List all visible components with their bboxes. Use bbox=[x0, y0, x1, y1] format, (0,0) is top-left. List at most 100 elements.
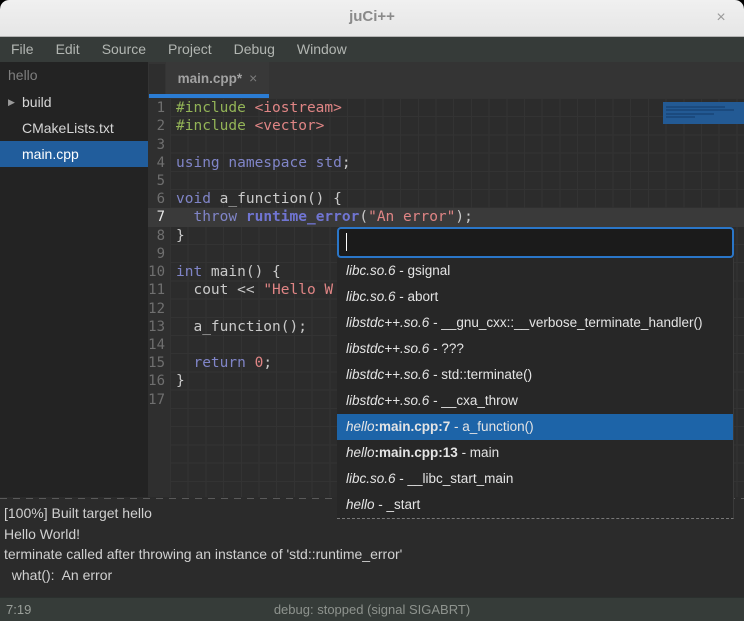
expander-triangle-icon[interactable]: ▶ bbox=[8, 89, 15, 115]
stack-frame-item[interactable]: libstdc++.so.6 - std::terminate() bbox=[337, 362, 733, 388]
code-text: throw runtime_error("An error"); bbox=[170, 209, 473, 225]
line-number: 14 bbox=[148, 337, 170, 353]
code-line-5[interactable]: 5 bbox=[148, 172, 744, 190]
token-pln bbox=[237, 209, 246, 225]
line-number: 8 bbox=[148, 228, 170, 244]
frame-file-line-label: :main.cpp:13 bbox=[375, 445, 458, 460]
token-pln: ( bbox=[359, 209, 368, 225]
code-line-3[interactable]: 3 bbox=[148, 135, 744, 153]
stack-frame-item[interactable]: hello:main.cpp:7 - a_function() bbox=[337, 414, 733, 440]
stack-frame-item[interactable]: hello:main.cpp:13 - main bbox=[337, 440, 733, 466]
frame-symbol-label: - __gnu_cxx::__verbose_terminate_handler… bbox=[429, 315, 702, 330]
stack-frame-item[interactable]: libc.so.6 - __libc_start_main bbox=[337, 466, 733, 492]
token-pln: main() { bbox=[202, 264, 281, 280]
tab-close-icon[interactable]: × bbox=[249, 70, 257, 86]
tab-bar: main.cpp*× bbox=[148, 62, 744, 98]
line-number: 1 bbox=[148, 100, 170, 116]
close-icon[interactable]: × bbox=[710, 7, 732, 29]
line-number: 11 bbox=[148, 282, 170, 298]
tab-scroll-notch bbox=[149, 64, 165, 94]
frame-location-label: libstdc++.so.6 bbox=[346, 367, 429, 382]
tab-main-cpp[interactable]: main.cpp*× bbox=[166, 62, 269, 95]
frame-location-label: libstdc++.so.6 bbox=[346, 315, 429, 330]
line-number: 7 bbox=[148, 209, 170, 225]
text-caret bbox=[346, 233, 347, 251]
tree-item-label: build bbox=[22, 89, 52, 115]
line-number: 4 bbox=[148, 155, 170, 171]
line-number: 2 bbox=[148, 118, 170, 134]
stack-frame-item[interactable]: libstdc++.so.6 - __cxa_throw bbox=[337, 388, 733, 414]
stack-frame-item[interactable]: libstdc++.so.6 - __gnu_cxx::__verbose_te… bbox=[337, 310, 733, 336]
menu-bar: FileEditSourceProjectDebugWindow bbox=[0, 37, 744, 62]
code-text: void a_function() { bbox=[170, 191, 342, 207]
token-kw: throw bbox=[193, 209, 237, 225]
token-kw: void bbox=[176, 191, 211, 207]
tooltip-text-line bbox=[666, 116, 695, 118]
stack-frame-list: libc.so.6 - gsignallibc.so.6 - abortlibs… bbox=[337, 258, 734, 519]
stack-frame-item[interactable]: libc.so.6 - gsignal bbox=[337, 258, 733, 284]
token-pln: ); bbox=[455, 209, 472, 225]
code-line-2[interactable]: 2#include <vector> bbox=[148, 117, 744, 135]
token-pre: #include bbox=[176, 100, 255, 116]
line-number: 10 bbox=[148, 264, 170, 280]
frame-symbol-label: - std::terminate() bbox=[429, 367, 532, 382]
tooltip-text-line bbox=[666, 106, 725, 108]
token-pln bbox=[176, 355, 193, 371]
token-kw: using namespace std bbox=[176, 155, 342, 171]
stack-frame-item[interactable]: hello - _start bbox=[337, 492, 733, 518]
token-str: <iostream> bbox=[255, 100, 342, 116]
title-bar[interactable]: juCi++ × bbox=[0, 0, 744, 37]
line-number: 6 bbox=[148, 191, 170, 207]
tooltip-text-line bbox=[666, 113, 714, 115]
menu-item-project[interactable]: Project bbox=[157, 37, 223, 62]
frame-location-label: libc.so.6 bbox=[346, 289, 396, 304]
menu-item-source[interactable]: Source bbox=[91, 37, 157, 62]
frame-location-label: hello bbox=[346, 497, 375, 512]
token-str: "An error" bbox=[368, 209, 455, 225]
code-text: int main() { bbox=[170, 264, 281, 280]
frame-location-label: libstdc++.so.6 bbox=[346, 393, 429, 408]
line-number: 15 bbox=[148, 355, 170, 371]
app-window: juCi++ × FileEditSourceProjectDebugWindo… bbox=[0, 0, 744, 621]
frame-symbol-label: - gsignal bbox=[396, 263, 451, 278]
tooltip-text-line bbox=[666, 109, 734, 111]
line-number: 17 bbox=[148, 392, 170, 408]
stack-trace-popup: libc.so.6 - gsignallibc.so.6 - abortlibs… bbox=[337, 227, 734, 519]
code-line-4[interactable]: 4using namespace std; bbox=[148, 154, 744, 172]
token-str: <vector> bbox=[255, 118, 325, 134]
menu-item-file[interactable]: File bbox=[0, 37, 45, 62]
frame-location-label: libc.so.6 bbox=[346, 471, 396, 486]
file-tree: ▶ buildCMakeLists.txtmain.cpp bbox=[0, 89, 148, 167]
line-number: 5 bbox=[148, 173, 170, 189]
project-name-label: hello bbox=[0, 62, 148, 89]
line-number: 16 bbox=[148, 373, 170, 389]
sidebar-item-main-cpp[interactable]: main.cpp bbox=[0, 141, 148, 167]
frame-symbol-label: - a_function() bbox=[450, 419, 533, 434]
code-text: using namespace std; bbox=[170, 155, 351, 171]
frame-location-label: hello bbox=[346, 419, 375, 434]
token-pln: cout << bbox=[176, 282, 263, 298]
tree-item-label: CMakeLists.txt bbox=[22, 115, 114, 141]
code-line-7[interactable]: 7 throw runtime_error("An error"); bbox=[148, 208, 744, 226]
frame-symbol-label: - abort bbox=[396, 289, 439, 304]
code-line-6[interactable]: 6void a_function() { bbox=[148, 190, 744, 208]
token-str: "Hello W bbox=[263, 282, 333, 298]
debug-status-label: debug: stopped (signal SIGABRT) bbox=[0, 598, 744, 621]
output-line: terminate called after throwing an insta… bbox=[0, 544, 744, 565]
menu-item-debug[interactable]: Debug bbox=[223, 37, 286, 62]
project-sidebar: hello ▶ buildCMakeLists.txtmain.cpp bbox=[0, 62, 149, 497]
sidebar-item-cmakelists-txt[interactable]: CMakeLists.txt bbox=[0, 115, 148, 141]
token-pln: } bbox=[176, 373, 185, 389]
menu-item-window[interactable]: Window bbox=[286, 37, 358, 62]
stack-search-input[interactable] bbox=[337, 227, 734, 258]
frame-symbol-label: - ??? bbox=[429, 341, 464, 356]
sidebar-item-build[interactable]: ▶ build bbox=[0, 89, 148, 115]
stack-frame-item[interactable]: libc.so.6 - abort bbox=[337, 284, 733, 310]
code-text: return 0; bbox=[170, 355, 272, 371]
line-number: 12 bbox=[148, 301, 170, 317]
stack-frame-item[interactable]: libstdc++.so.6 - ??? bbox=[337, 336, 733, 362]
frame-file-line-label: :main.cpp:7 bbox=[375, 419, 451, 434]
menu-item-edit[interactable]: Edit bbox=[45, 37, 91, 62]
code-line-1[interactable]: 1 #include <iostream> bbox=[148, 99, 744, 117]
frame-symbol-label: - _start bbox=[375, 497, 421, 512]
